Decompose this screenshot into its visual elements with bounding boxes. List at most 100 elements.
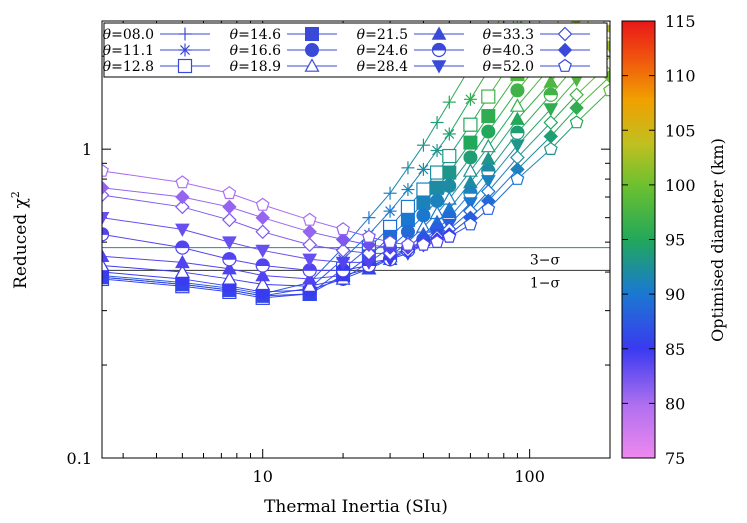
data-point bbox=[463, 135, 478, 150]
colorbar-tick-label: 100 bbox=[665, 176, 696, 195]
reference-line-label: 1−σ bbox=[530, 275, 561, 291]
series-line-segment bbox=[182, 247, 230, 260]
data-point bbox=[430, 115, 444, 129]
series-line-segment bbox=[551, 0, 577, 6]
series-line-segment bbox=[422, 122, 438, 146]
data-point bbox=[336, 222, 350, 236]
series-line-segment bbox=[262, 274, 310, 280]
data-point bbox=[463, 92, 477, 106]
x-tick-label: 100 bbox=[514, 467, 545, 486]
series-line-segment bbox=[182, 228, 230, 243]
colorbar-label: Optimised diameter (km) bbox=[708, 138, 727, 342]
data-point bbox=[222, 236, 237, 250]
data-point bbox=[571, 21, 582, 23]
series-line-segment bbox=[102, 187, 183, 198]
data-point bbox=[463, 150, 478, 165]
colorbar: 75 80 85 90 95 100 105 110 115 Optimised diamete… bbox=[621, 12, 727, 468]
legend-label: θ=16.6 bbox=[230, 43, 281, 59]
series-11 bbox=[102, 69, 610, 255]
legend-label: θ=28.4 bbox=[357, 59, 408, 75]
data-point bbox=[463, 117, 478, 132]
legend-label: θ=40.3 bbox=[483, 43, 534, 59]
data-point bbox=[429, 165, 445, 180]
data-point bbox=[222, 199, 237, 215]
data-point bbox=[442, 178, 457, 193]
data-point bbox=[175, 240, 190, 255]
legend-label: θ=24.6 bbox=[357, 43, 408, 59]
data-point bbox=[400, 199, 416, 215]
reference-line-label: 3−σ bbox=[530, 253, 561, 269]
data-point bbox=[442, 148, 457, 164]
series-line-segment bbox=[262, 217, 310, 233]
colorbar-tick-label: 80 bbox=[665, 394, 685, 413]
legend: θ=08.0θ=11.1θ=12.8 θ=14.6θ=16.6θ=18.9 θ=21… bbox=[103, 22, 608, 78]
data-point bbox=[401, 237, 415, 251]
data-point bbox=[544, 0, 557, 13]
series-line-segment bbox=[102, 217, 183, 230]
series-line-segment bbox=[517, 21, 522, 27]
series-line-segment bbox=[102, 170, 183, 183]
series-line-segment bbox=[182, 181, 230, 194]
legend-label: θ=18.9 bbox=[230, 59, 281, 75]
x-tick-label: 10 bbox=[253, 467, 273, 486]
data-point bbox=[604, 0, 617, 3]
series-line-segment bbox=[102, 265, 183, 273]
data-point bbox=[510, 125, 525, 140]
data-point bbox=[481, 89, 496, 104]
data-point bbox=[400, 212, 415, 227]
colorbar-tick-label: 110 bbox=[665, 67, 696, 86]
data-point bbox=[543, 87, 558, 102]
x-axis-label: Thermal Inertia (SIu) bbox=[264, 497, 448, 517]
data-point bbox=[401, 161, 415, 175]
y-tick-label: 1 bbox=[82, 140, 92, 159]
data-point bbox=[255, 258, 270, 273]
colorbar-tick-label: 90 bbox=[665, 285, 685, 304]
series-line-segment bbox=[262, 231, 310, 246]
y-axis-label: Reduced χ2 bbox=[9, 191, 31, 289]
data-point bbox=[222, 252, 237, 267]
data-point bbox=[510, 83, 525, 98]
series-line-segment bbox=[577, 0, 610, 16]
data-point bbox=[462, 163, 478, 177]
series-10 bbox=[102, 55, 610, 261]
data-point bbox=[480, 138, 496, 153]
data-point bbox=[602, 21, 610, 22]
series-line-segment bbox=[102, 255, 183, 263]
data-point bbox=[510, 139, 525, 153]
data-point bbox=[175, 175, 190, 189]
series-line-segment bbox=[102, 274, 183, 284]
y-axis-label-base: Reduced χ bbox=[11, 198, 31, 289]
data-point bbox=[442, 127, 456, 141]
legend-marker bbox=[431, 42, 447, 58]
colorbar-tick-label: 115 bbox=[665, 12, 696, 31]
series-line-segment bbox=[182, 271, 230, 280]
data-point bbox=[255, 210, 270, 225]
series-line-segment bbox=[407, 144, 424, 169]
legend-label: θ=52.0 bbox=[483, 59, 534, 75]
legend-label: θ=21.5 bbox=[357, 27, 408, 43]
legend-label: θ=12.8 bbox=[103, 59, 154, 75]
series-line-segment bbox=[182, 206, 230, 221]
data-point bbox=[302, 237, 318, 253]
series-line-segment bbox=[102, 194, 183, 208]
data-point bbox=[383, 204, 397, 218]
series-line-segment bbox=[102, 278, 183, 287]
legend-label: θ=11.1 bbox=[103, 43, 154, 59]
colorbar-tick-label: 95 bbox=[665, 231, 685, 250]
series-line-segment bbox=[262, 249, 310, 260]
data-point bbox=[416, 182, 431, 197]
data-point bbox=[302, 224, 317, 240]
data-point bbox=[416, 138, 430, 152]
series-line-segment bbox=[436, 101, 450, 123]
legend-marker bbox=[178, 43, 192, 57]
data-point bbox=[442, 165, 457, 180]
legend-label: θ=33.3 bbox=[483, 27, 534, 43]
series-line-segment bbox=[182, 196, 230, 208]
legend-label: θ=08.0 bbox=[103, 27, 154, 43]
data-point bbox=[222, 185, 237, 200]
y-axis-label-sup: 2 bbox=[9, 191, 22, 198]
data-point bbox=[362, 229, 376, 243]
data-point bbox=[481, 124, 496, 139]
colorbar-tick-label: 105 bbox=[665, 121, 696, 140]
legend-marker bbox=[177, 58, 193, 74]
